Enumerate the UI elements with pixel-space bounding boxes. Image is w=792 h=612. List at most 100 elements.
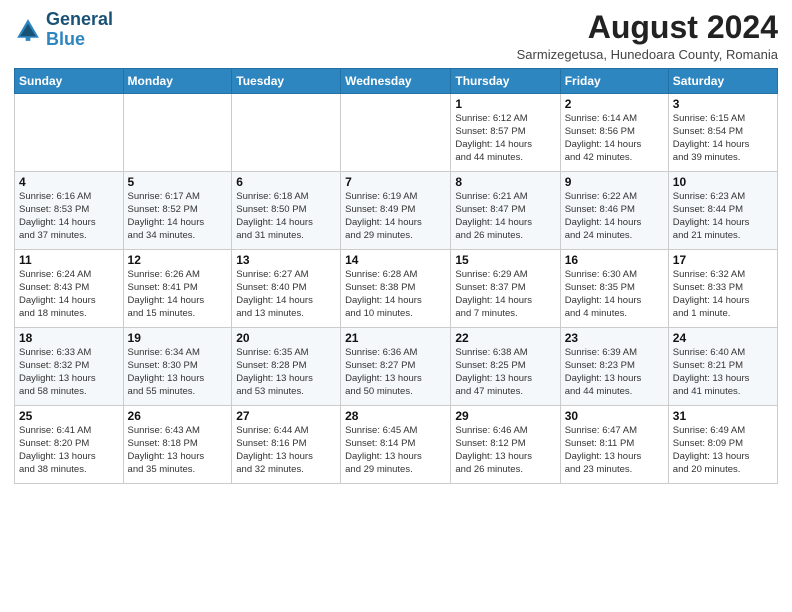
day-number: 2 [565, 97, 664, 111]
day-number: 4 [19, 175, 119, 189]
calendar-cell: 7 Sunrise: 6:19 AM Sunset: 8:49 PM Daylig… [341, 172, 451, 250]
day-number: 22 [455, 331, 555, 345]
day-number: 19 [128, 331, 228, 345]
day-info: Sunrise: 6:19 AM Sunset: 8:49 PM Dayligh… [345, 191, 446, 242]
day-number: 11 [19, 253, 119, 267]
day-number: 17 [673, 253, 773, 267]
day-number: 15 [455, 253, 555, 267]
calendar-cell: 30Sunrise: 6:47 AM Sunset: 8:11 PM Dayli… [560, 406, 668, 484]
day-number: 6 [236, 175, 336, 189]
calendar-cell: 24Sunrise: 6:40 AM Sunset: 8:21 PM Dayli… [668, 328, 777, 406]
calendar-header: Sunday Monday Tuesday Wednesday Thursday… [15, 69, 778, 94]
day-info: Sunrise: 6:12 AM Sunset: 8:57 PM Dayligh… [455, 113, 555, 164]
day-number: 12 [128, 253, 228, 267]
th-saturday: Saturday [668, 69, 777, 94]
day-info: Sunrise: 6:34 AM Sunset: 8:30 PM Dayligh… [128, 347, 228, 398]
calendar-cell: 1Sunrise: 6:12 AM Sunset: 8:57 PM Daylig… [451, 94, 560, 172]
calendar-cell: 23Sunrise: 6:39 AM Sunset: 8:23 PM Dayli… [560, 328, 668, 406]
day-number: 28 [345, 409, 446, 423]
day-number: 10 [673, 175, 773, 189]
day-number: 13 [236, 253, 336, 267]
day-number: 20 [236, 331, 336, 345]
calendar: Sunday Monday Tuesday Wednesday Thursday… [14, 68, 778, 484]
calendar-cell: 14 Sunrise: 6:28 AM Sunset: 8:38 PM Dayli… [341, 250, 451, 328]
calendar-cell: 25Sunrise: 6:41 AM Sunset: 8:20 PM Dayli… [15, 406, 124, 484]
calendar-cell: 17 Sunrise: 6:32 AM Sunset: 8:33 PM Dayli… [668, 250, 777, 328]
day-number: 21 [345, 331, 446, 345]
calendar-cell: 28 Sunrise: 6:45 AM Sunset: 8:14 PM Dayli… [341, 406, 451, 484]
day-info: Sunrise: 6:24 AM Sunset: 8:43 PM Dayligh… [19, 269, 119, 320]
day-info: Sunrise: 6:16 AM Sunset: 8:53 PM Dayligh… [19, 191, 119, 242]
th-tuesday: Tuesday [232, 69, 341, 94]
page: General Blue August 2024 Sarmizegetusa, … [0, 0, 792, 612]
calendar-cell: 2 Sunrise: 6:14 AM Sunset: 8:56 PM Daylig… [560, 94, 668, 172]
calendar-cell: 13Sunrise: 6:27 AM Sunset: 8:40 PM Dayli… [232, 250, 341, 328]
calendar-cell: 27Sunrise: 6:44 AM Sunset: 8:16 PM Dayli… [232, 406, 341, 484]
day-info: Sunrise: 6:47 AM Sunset: 8:11 PM Dayligh… [565, 425, 664, 476]
calendar-cell: 10 Sunrise: 6:23 AM Sunset: 8:44 PM Dayli… [668, 172, 777, 250]
day-info: Sunrise: 6:29 AM Sunset: 8:37 PM Dayligh… [455, 269, 555, 320]
th-friday: Friday [560, 69, 668, 94]
day-info: Sunrise: 6:23 AM Sunset: 8:44 PM Dayligh… [673, 191, 773, 242]
day-number: 26 [128, 409, 228, 423]
day-number: 25 [19, 409, 119, 423]
calendar-cell [123, 94, 232, 172]
day-number: 7 [345, 175, 446, 189]
calendar-cell: 21Sunrise: 6:36 AM Sunset: 8:27 PM Dayli… [341, 328, 451, 406]
day-number: 29 [455, 409, 555, 423]
calendar-cell: 20 Sunrise: 6:35 AM Sunset: 8:28 PM Dayli… [232, 328, 341, 406]
day-info: Sunrise: 6:40 AM Sunset: 8:21 PM Dayligh… [673, 347, 773, 398]
day-info: Sunrise: 6:22 AM Sunset: 8:46 PM Dayligh… [565, 191, 664, 242]
day-info: Sunrise: 6:30 AM Sunset: 8:35 PM Dayligh… [565, 269, 664, 320]
logo-text: General Blue [46, 10, 113, 50]
calendar-cell: 11 Sunrise: 6:24 AM Sunset: 8:43 PM Dayli… [15, 250, 124, 328]
day-info: Sunrise: 6:46 AM Sunset: 8:12 PM Dayligh… [455, 425, 555, 476]
logo-line1: General [46, 10, 113, 30]
calendar-cell: 18 Sunrise: 6:33 AM Sunset: 8:32 PM Dayli… [15, 328, 124, 406]
calendar-cell: 15 Sunrise: 6:29 AM Sunset: 8:37 PM Dayli… [451, 250, 560, 328]
logo-line2: Blue [46, 30, 113, 50]
day-info: Sunrise: 6:26 AM Sunset: 8:41 PM Dayligh… [128, 269, 228, 320]
calendar-cell: 8 Sunrise: 6:21 AM Sunset: 8:47 PM Daylig… [451, 172, 560, 250]
calendar-cell: 19 Sunrise: 6:34 AM Sunset: 8:30 PM Dayli… [123, 328, 232, 406]
week-row-0: 1Sunrise: 6:12 AM Sunset: 8:57 PM Daylig… [15, 94, 778, 172]
day-info: Sunrise: 6:45 AM Sunset: 8:14 PM Dayligh… [345, 425, 446, 476]
calendar-cell: 3 Sunrise: 6:15 AM Sunset: 8:54 PM Daylig… [668, 94, 777, 172]
header-row: Sunday Monday Tuesday Wednesday Thursday… [15, 69, 778, 94]
day-number: 23 [565, 331, 664, 345]
day-number: 18 [19, 331, 119, 345]
week-row-4: 25Sunrise: 6:41 AM Sunset: 8:20 PM Dayli… [15, 406, 778, 484]
calendar-cell: 26 Sunrise: 6:43 AM Sunset: 8:18 PM Dayli… [123, 406, 232, 484]
day-info: Sunrise: 6:21 AM Sunset: 8:47 PM Dayligh… [455, 191, 555, 242]
calendar-cell: 29 Sunrise: 6:46 AM Sunset: 8:12 PM Dayli… [451, 406, 560, 484]
day-info: Sunrise: 6:44 AM Sunset: 8:16 PM Dayligh… [236, 425, 336, 476]
day-info: Sunrise: 6:18 AM Sunset: 8:50 PM Dayligh… [236, 191, 336, 242]
day-number: 5 [128, 175, 228, 189]
week-row-2: 11 Sunrise: 6:24 AM Sunset: 8:43 PM Dayli… [15, 250, 778, 328]
day-number: 16 [565, 253, 664, 267]
week-row-1: 4 Sunrise: 6:16 AM Sunset: 8:53 PM Daylig… [15, 172, 778, 250]
day-number: 14 [345, 253, 446, 267]
day-info: Sunrise: 6:28 AM Sunset: 8:38 PM Dayligh… [345, 269, 446, 320]
day-info: Sunrise: 6:38 AM Sunset: 8:25 PM Dayligh… [455, 347, 555, 398]
day-info: Sunrise: 6:33 AM Sunset: 8:32 PM Dayligh… [19, 347, 119, 398]
month-title: August 2024 [517, 10, 778, 45]
day-info: Sunrise: 6:32 AM Sunset: 8:33 PM Dayligh… [673, 269, 773, 320]
day-info: Sunrise: 6:43 AM Sunset: 8:18 PM Dayligh… [128, 425, 228, 476]
calendar-cell: 9Sunrise: 6:22 AM Sunset: 8:46 PM Daylig… [560, 172, 668, 250]
th-monday: Monday [123, 69, 232, 94]
day-info: Sunrise: 6:14 AM Sunset: 8:56 PM Dayligh… [565, 113, 664, 164]
calendar-body: 1Sunrise: 6:12 AM Sunset: 8:57 PM Daylig… [15, 94, 778, 484]
day-number: 3 [673, 97, 773, 111]
day-info: Sunrise: 6:15 AM Sunset: 8:54 PM Dayligh… [673, 113, 773, 164]
week-row-3: 18 Sunrise: 6:33 AM Sunset: 8:32 PM Dayli… [15, 328, 778, 406]
calendar-cell: 22 Sunrise: 6:38 AM Sunset: 8:25 PM Dayli… [451, 328, 560, 406]
th-sunday: Sunday [15, 69, 124, 94]
calendar-cell: 31Sunrise: 6:49 AM Sunset: 8:09 PM Dayli… [668, 406, 777, 484]
th-thursday: Thursday [451, 69, 560, 94]
calendar-cell: 16 Sunrise: 6:30 AM Sunset: 8:35 PM Dayli… [560, 250, 668, 328]
day-number: 8 [455, 175, 555, 189]
day-info: Sunrise: 6:35 AM Sunset: 8:28 PM Dayligh… [236, 347, 336, 398]
logo: General Blue [14, 10, 113, 50]
calendar-cell: 6 Sunrise: 6:18 AM Sunset: 8:50 PM Daylig… [232, 172, 341, 250]
